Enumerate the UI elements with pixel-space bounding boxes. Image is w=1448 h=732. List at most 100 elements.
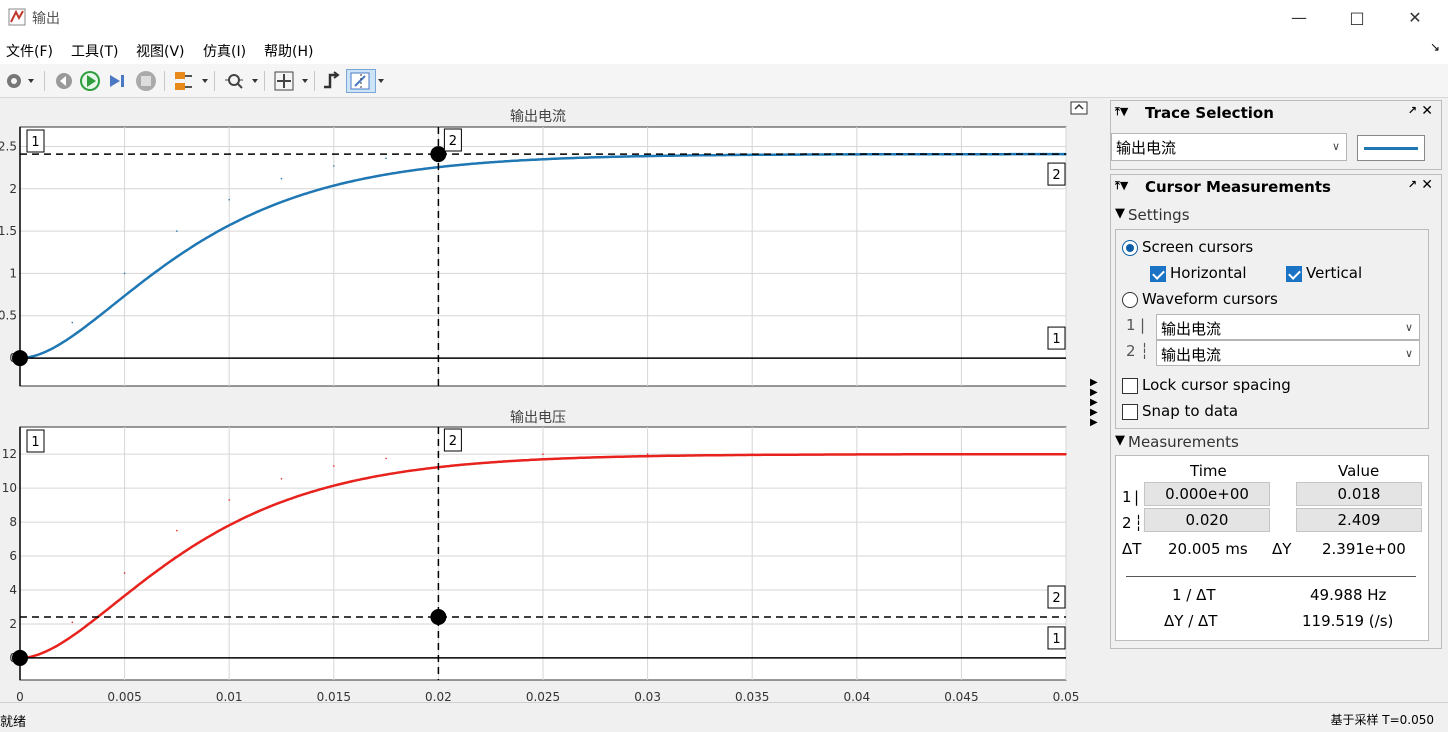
screen-cursors-label: Screen cursors bbox=[1142, 238, 1254, 256]
close-panel-icon[interactable]: ✕ bbox=[1421, 177, 1433, 193]
slope-label: ΔY / ΔT bbox=[1164, 612, 1218, 630]
cursor-intersection-2 bbox=[430, 609, 447, 626]
settings-gear-icon[interactable] bbox=[4, 69, 34, 93]
vertical-checkbox[interactable] bbox=[1286, 266, 1302, 282]
trace-selection-title: Trace Selection bbox=[1145, 104, 1274, 122]
data-point bbox=[960, 453, 963, 455]
waveform-cursor1-label: 1 bbox=[1126, 316, 1136, 334]
waveform-cursor1-dropdown[interactable]: 输出电流 ∨ bbox=[1156, 314, 1420, 340]
chevron-down-icon: ∨ bbox=[1404, 321, 1413, 334]
data-point bbox=[228, 198, 230, 201]
cursor1-time: 0.000e+00 bbox=[1144, 482, 1270, 506]
cursor-measurements-header: ⤒▼ Cursor Measurements ↗ ✕ bbox=[1111, 175, 1441, 201]
data-point bbox=[385, 157, 387, 160]
y-tick-label: 1 bbox=[9, 266, 17, 280]
cursor1-solid-icon: | bbox=[1134, 488, 1140, 506]
data-point bbox=[280, 177, 283, 180]
lock-cursor-spacing-checkbox[interactable] bbox=[1122, 378, 1138, 394]
delta-y-label: ΔY bbox=[1272, 540, 1292, 558]
pin-icon[interactable]: ⤒▼ bbox=[1115, 179, 1128, 193]
toolbar-separator bbox=[214, 71, 215, 91]
trace-line-style-swatch[interactable] bbox=[1357, 135, 1425, 161]
measurements-section-label[interactable]: Measurements bbox=[1128, 433, 1239, 451]
data-point bbox=[71, 321, 74, 324]
y-tick-label: 2 bbox=[9, 182, 17, 196]
y-tick-label: 6 bbox=[9, 549, 17, 563]
step-forward-icon[interactable] bbox=[106, 69, 128, 93]
value-column-header: Value bbox=[1338, 462, 1380, 480]
cursor2-dashed-icon: ┆ bbox=[1134, 514, 1144, 532]
undock-icon[interactable]: ↗ bbox=[1408, 104, 1417, 117]
horizontal-cursor-1-tag: 1 bbox=[1052, 632, 1060, 647]
inverse-delta-t-value: 49.988 Hz bbox=[1310, 586, 1387, 604]
toolbar-separator bbox=[44, 71, 45, 91]
cursor-measurements-dropdown-icon[interactable] bbox=[376, 69, 386, 93]
chevron-down-icon: ∨ bbox=[1331, 140, 1340, 153]
cursor1-value: 0.018 bbox=[1296, 482, 1422, 506]
settings-collapse-icon[interactable]: ▼ bbox=[1115, 206, 1125, 221]
measurements-collapse-icon[interactable]: ▼ bbox=[1115, 433, 1125, 448]
menu-tools[interactable]: 工具(T) bbox=[71, 41, 118, 61]
x-tick-label: 0.01 bbox=[216, 690, 243, 702]
close-button[interactable]: ✕ bbox=[1392, 0, 1438, 34]
trigger-icon[interactable] bbox=[320, 69, 344, 93]
x-tick-label: 0.025 bbox=[526, 690, 560, 702]
divider bbox=[1126, 576, 1416, 577]
status-bar: 就绪 基于采样 T=0.050 bbox=[0, 702, 1448, 732]
snap-to-data-label: Snap to data bbox=[1142, 402, 1239, 420]
data-point bbox=[542, 453, 544, 455]
data-point bbox=[751, 453, 753, 455]
step-back-icon[interactable] bbox=[52, 69, 74, 93]
menu-view[interactable]: 视图(V) bbox=[136, 41, 185, 61]
data-point bbox=[176, 230, 178, 232]
toolbar-separator bbox=[264, 71, 265, 91]
horizontal-checkbox[interactable] bbox=[1150, 266, 1166, 282]
row2-label: 2 bbox=[1122, 514, 1132, 532]
menu-file[interactable]: 文件(F) bbox=[6, 41, 53, 61]
measurements-group: Time Value 1 | 0.000e+00 0.018 2 ┆ 0.020… bbox=[1115, 455, 1429, 641]
close-panel-icon[interactable]: ✕ bbox=[1421, 103, 1433, 119]
menu-simulation[interactable]: 仿真(I) bbox=[203, 41, 246, 61]
waveform-cursor1-signal: 输出电流 bbox=[1161, 320, 1222, 338]
minimize-button[interactable]: — bbox=[1276, 0, 1322, 34]
settings-section-label[interactable]: Settings bbox=[1128, 206, 1190, 224]
settings-group: Screen cursors Horizontal Vertical Wavef… bbox=[1115, 229, 1429, 429]
data-point bbox=[333, 465, 335, 467]
trace-selection-panel: ⤒▼ Trace Selection ↗ ✕ 输出电流 ∨ bbox=[1110, 100, 1442, 170]
cursor-measurements-icon[interactable] bbox=[346, 69, 376, 93]
data-point bbox=[333, 165, 335, 167]
horizontal-cursor-2-tag: 2 bbox=[1052, 591, 1060, 606]
data-point bbox=[71, 621, 74, 624]
vertical-cursor-2-tag: 2 bbox=[449, 434, 457, 449]
lock-cursor-spacing-label: Lock cursor spacing bbox=[1142, 376, 1291, 394]
waveform-cursor2-dropdown[interactable]: 输出电流 ∨ bbox=[1156, 340, 1420, 366]
trace-signal-dropdown[interactable]: 输出电流 ∨ bbox=[1111, 133, 1347, 161]
vertical-label: Vertical bbox=[1306, 264, 1363, 282]
collapse-toolbar-icon[interactable]: ↘ bbox=[1430, 40, 1440, 54]
screen-cursors-radio[interactable] bbox=[1122, 240, 1138, 256]
snap-to-data-checkbox[interactable] bbox=[1122, 404, 1138, 420]
data-point bbox=[856, 153, 858, 155]
cursor2-dashed-icon: ┆ bbox=[1140, 342, 1150, 360]
maximize-button[interactable]: □ bbox=[1334, 0, 1380, 34]
toolbar bbox=[0, 64, 1448, 98]
trace-signal-value: 输出电流 bbox=[1116, 139, 1177, 157]
trace-selection-header: ⤒▼ Trace Selection ↗ ✕ bbox=[1111, 101, 1441, 127]
stop-icon[interactable] bbox=[134, 69, 158, 93]
menu-help[interactable]: 帮助(H) bbox=[264, 41, 313, 61]
highlight-block-icon[interactable] bbox=[172, 69, 210, 93]
autoscale-icon[interactable] bbox=[272, 69, 310, 93]
waveform-cursor2-label: 2 bbox=[1126, 342, 1136, 360]
x-tick-label: 0.04 bbox=[843, 690, 870, 702]
toolbar-separator bbox=[314, 71, 315, 91]
undock-icon[interactable]: ↗ bbox=[1408, 178, 1417, 191]
pin-icon[interactable]: ⤒▼ bbox=[1115, 105, 1128, 119]
zoom-icon[interactable] bbox=[222, 69, 260, 93]
data-point bbox=[856, 453, 858, 455]
delta-t-value: 20.005 ms bbox=[1168, 540, 1248, 558]
x-tick-label: 0.03 bbox=[634, 690, 661, 702]
waveform-cursors-radio[interactable] bbox=[1122, 292, 1138, 308]
data-point bbox=[1065, 453, 1067, 455]
vertical-cursor-2-tag: 2 bbox=[449, 134, 457, 149]
run-icon[interactable] bbox=[78, 69, 102, 93]
